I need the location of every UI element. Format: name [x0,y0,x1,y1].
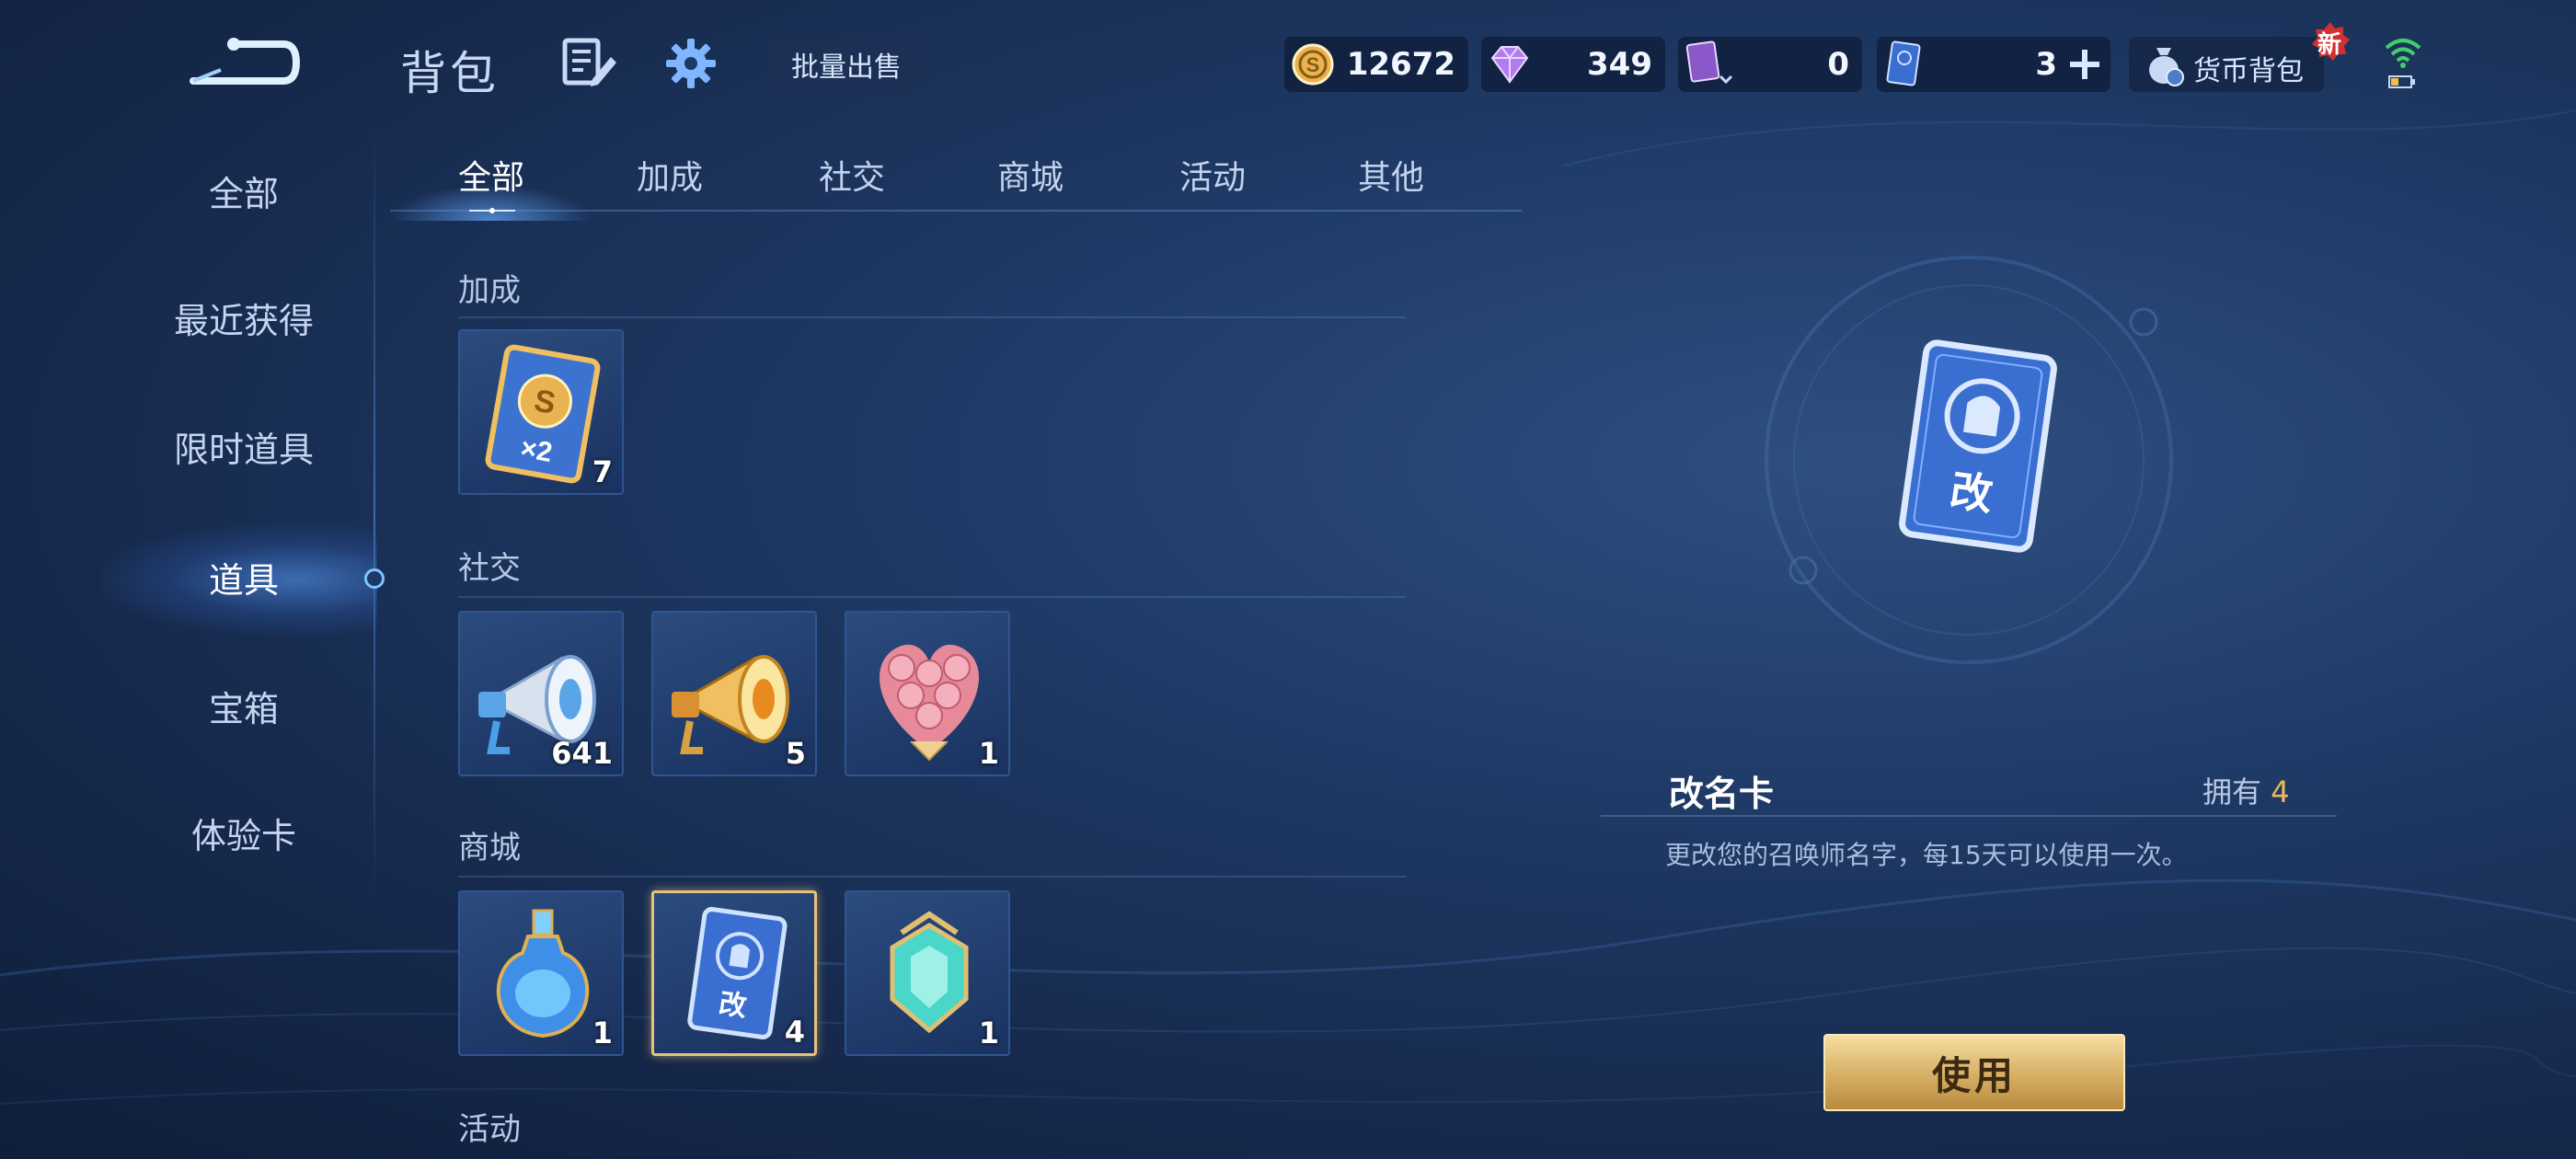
item-count: 1 [592,1016,613,1050]
purple-card-icon [1685,40,1733,85]
section-divider [458,596,1406,598]
item-gold-megaphone[interactable]: 5 [651,611,817,776]
edit-list-icon [562,38,616,86]
card-char: 改 [717,988,749,1024]
sidebar-item-limited[interactable]: 限时道具 [120,418,368,482]
wallet-label: 货币背包 [2193,55,2304,87]
back-arrow-icon [190,38,301,85]
tab-all[interactable]: 全部 [418,151,565,206]
item-crystal-gem[interactable]: 1 [845,890,1010,1056]
item-silver-megaphone[interactable]: 641 [458,611,624,776]
svg-text:×2: ×2 [518,433,554,468]
sidebar-item-recent[interactable]: 最近获得 [120,289,368,353]
rename-card-counter: 3 [1877,37,2110,92]
sidebar-item-trial-cards[interactable]: 体验卡 [120,804,368,868]
sidebar-item-all[interactable]: 全部 [120,162,368,226]
item-rename-card[interactable]: 改 4 [651,890,817,1056]
edit-button[interactable] [561,37,618,88]
item-count: 7 [592,454,613,489]
section-title-activity: 活动 [458,1111,521,1148]
plus-icon[interactable] [2068,48,2101,81]
item-count: 4 [784,1015,805,1050]
tab-shop[interactable]: 商城 [957,151,1104,206]
settings-button[interactable] [664,37,718,90]
wifi-icon [2385,39,2421,68]
detail-description: 更改您的召唤师名字，每15天可以使用一次。 [1665,840,2188,870]
gold-counter: S 12672 [1284,37,1468,92]
tab-bonus[interactable]: 加成 [596,151,743,206]
detail-rename-card-icon: 改 [1899,339,2057,553]
section-divider [458,316,1406,318]
rename-card-icon [1886,40,1921,86]
detail-item-name: 改名卡 [1669,774,1775,814]
money-bag-icon [2149,48,2184,86]
gem-counter: 349 [1481,37,1665,92]
sidebar-divider [374,129,375,901]
gem-value: 349 [1587,46,1652,83]
background-waves [0,109,2576,1105]
new-badge: 新 [2309,20,2352,63]
tab-divider [390,210,1522,212]
section-title-bonus: 加成 [458,272,521,309]
card-counter: 0 [1678,37,1862,92]
item-potion-bottle[interactable]: 1 [458,890,624,1056]
purple-gem-icon [1490,46,1529,84]
svg-text:S: S [1306,53,1320,76]
sidebar-item-chests[interactable]: 宝箱 [120,677,368,741]
back-button[interactable] [184,28,304,92]
gear-icon [666,39,716,88]
gold-value: 12672 [1346,46,1455,83]
item-count: 1 [978,736,999,771]
page-title: 背包 [400,47,500,100]
item-gold-double-card[interactable]: S ×2 7 [458,329,624,495]
battery-icon [2388,75,2415,88]
section-divider [458,876,1406,878]
detail-divider [1601,815,2337,817]
tab-social[interactable]: 社交 [778,151,926,206]
new-badge-text: 新 [2317,31,2342,59]
use-button[interactable]: 使用 [1823,1034,2125,1111]
section-title-social: 社交 [458,550,521,587]
owned-count: 4 [2271,775,2290,809]
tab-other[interactable]: 其他 [1317,151,1465,206]
currency-wallet-button[interactable]: 货币背包 [2129,37,2324,92]
gold-coin-icon: S [1292,43,1334,86]
card-value: 0 [1827,46,1849,83]
tab-activity[interactable]: 活动 [1139,151,1286,206]
section-title-shop: 商城 [458,830,521,866]
tab-active-marker [469,208,515,213]
item-rose-bouquet[interactable]: 1 [845,611,1010,776]
rename-card-value: 3 [2035,46,2057,83]
sidebar-item-props[interactable]: 道具 [120,548,368,613]
item-count: 641 [551,736,613,771]
detail-card-char: 改 [1947,465,1995,521]
owned-label: 拥有 [2202,775,2262,809]
item-count: 1 [978,1016,999,1050]
batch-sell-button[interactable]: 批量出售 [769,39,924,90]
item-count: 5 [785,736,806,771]
detail-owned: 拥有 4 [2202,769,2290,811]
